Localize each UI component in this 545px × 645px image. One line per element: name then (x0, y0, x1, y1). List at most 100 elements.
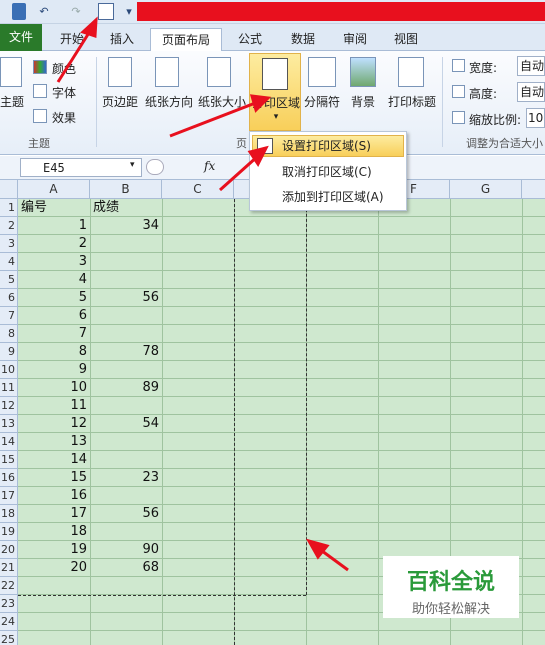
cell-score[interactable] (90, 271, 162, 289)
row-header[interactable]: 22 (0, 577, 18, 595)
orientation-button[interactable]: 纸张方向 (143, 93, 195, 110)
effects-button[interactable]: 效果 (52, 109, 76, 126)
tab-view[interactable]: 视图 (386, 28, 426, 51)
row-header[interactable]: 4 (0, 253, 18, 271)
cell-score[interactable]: 78 (90, 343, 162, 361)
print-preview-icon[interactable] (98, 3, 114, 20)
tab-page-layout[interactable]: 页面布局 (150, 28, 222, 52)
cell-number[interactable]: 3 (18, 253, 90, 271)
cell-header-score[interactable]: 成绩 (93, 199, 161, 217)
menu-item-set-print-area-label[interactable]: 设置打印区域(S) (282, 136, 371, 156)
name-box[interactable]: E45 (20, 158, 142, 177)
row-header[interactable]: 20 (0, 541, 18, 559)
menu-item-clear-print-area[interactable]: 取消打印区域(C) (282, 162, 372, 182)
cell-number[interactable]: 5 (18, 289, 90, 307)
row-header[interactable]: 9 (0, 343, 18, 361)
function-icon[interactable]: fx (204, 159, 215, 173)
print-area-button[interactable]: 打印区域 ▾ (249, 53, 301, 131)
tab-home[interactable]: 开始 (52, 28, 92, 51)
row-header[interactable]: 3 (0, 235, 18, 253)
cell-score[interactable] (90, 523, 162, 541)
row-header[interactable]: 10 (0, 361, 18, 379)
cell-number[interactable]: 12 (18, 415, 90, 433)
cell-score[interactable] (90, 307, 162, 325)
row-header[interactable]: 18 (0, 505, 18, 523)
themes-button[interactable]: 主题 (0, 93, 24, 110)
cell-number[interactable]: 11 (18, 397, 90, 415)
cell-number[interactable]: 8 (18, 343, 90, 361)
tab-data[interactable]: 数据 (283, 28, 323, 51)
customize-icon[interactable]: ▾ (124, 3, 134, 20)
cell-number[interactable]: 15 (18, 469, 90, 487)
cell-number[interactable]: 2 (18, 235, 90, 253)
cancel-icon[interactable] (146, 159, 164, 175)
redo-icon[interactable]: ↷ (66, 3, 86, 20)
size-button[interactable]: 纸张大小 (196, 93, 248, 110)
cell-number[interactable]: 13 (18, 433, 90, 451)
colors-button[interactable]: 颜色 (52, 60, 76, 77)
column-header[interactable]: C (162, 180, 234, 199)
cell-number[interactable]: 6 (18, 307, 90, 325)
cell-score[interactable]: 56 (90, 505, 162, 523)
row-header[interactable]: 11 (0, 379, 18, 397)
row-header[interactable]: 2 (0, 217, 18, 235)
row-header[interactable]: 12 (0, 397, 18, 415)
row-header[interactable]: 25 (0, 631, 18, 645)
column-header[interactable]: B (90, 180, 162, 199)
scale-input[interactable]: 100 (526, 108, 545, 128)
cell-number[interactable]: 10 (18, 379, 90, 397)
print-titles-button[interactable]: 打印标题 (386, 93, 438, 110)
themes-icon[interactable] (0, 57, 22, 87)
chevron-down-icon[interactable]: ▾ (130, 160, 135, 170)
row-header[interactable]: 19 (0, 523, 18, 541)
row-header[interactable]: 16 (0, 469, 18, 487)
cell-score[interactable] (90, 487, 162, 505)
save-icon[interactable] (12, 3, 26, 20)
cell-score[interactable]: 90 (90, 541, 162, 559)
column-header[interactable]: A (18, 180, 90, 199)
row-header[interactable]: 1 (0, 199, 18, 217)
cell-number[interactable]: 20 (18, 559, 90, 577)
cell-score[interactable]: 68 (90, 559, 162, 577)
cell-score[interactable] (90, 451, 162, 469)
cell-score[interactable] (90, 325, 162, 343)
select-all-corner[interactable] (0, 180, 18, 199)
cell-score[interactable]: 56 (90, 289, 162, 307)
margins-button[interactable]: 页边距 (100, 93, 140, 110)
column-header[interactable] (522, 180, 545, 199)
cell-number[interactable]: 18 (18, 523, 90, 541)
cell-number[interactable]: 9 (18, 361, 90, 379)
row-header[interactable]: 21 (0, 559, 18, 577)
cell-score[interactable] (90, 253, 162, 271)
tab-review[interactable]: 审阅 (335, 28, 375, 51)
undo-icon[interactable]: ↶ (34, 3, 54, 20)
cell-score[interactable] (90, 397, 162, 415)
background-button[interactable]: 背景 (345, 93, 381, 110)
cell-number[interactable]: 17 (18, 505, 90, 523)
row-header[interactable]: 8 (0, 325, 18, 343)
row-header[interactable]: 5 (0, 271, 18, 289)
tab-file[interactable]: 文件 (0, 24, 42, 51)
cell-number[interactable]: 16 (18, 487, 90, 505)
tab-insert[interactable]: 插入 (102, 28, 142, 51)
cell-score[interactable] (90, 361, 162, 379)
cell-number[interactable]: 7 (18, 325, 90, 343)
tab-formulas[interactable]: 公式 (230, 28, 270, 51)
cell-score[interactable]: 54 (90, 415, 162, 433)
cell-score[interactable]: 89 (90, 379, 162, 397)
row-header[interactable]: 15 (0, 451, 18, 469)
cell-number[interactable]: 14 (18, 451, 90, 469)
cell-number[interactable]: 1 (18, 217, 90, 235)
width-select[interactable]: 自动 (517, 56, 545, 76)
cell-number[interactable]: 19 (18, 541, 90, 559)
cell-score[interactable]: 34 (90, 217, 162, 235)
row-header[interactable]: 17 (0, 487, 18, 505)
row-header[interactable]: 14 (0, 433, 18, 451)
cell-score[interactable]: 23 (90, 469, 162, 487)
breaks-button[interactable]: 分隔符 (302, 93, 342, 110)
row-header[interactable]: 13 (0, 415, 18, 433)
row-header[interactable]: 7 (0, 307, 18, 325)
menu-item-add-to-print-area[interactable]: 添加到打印区域(A) (282, 187, 384, 207)
cell-number[interactable]: 4 (18, 271, 90, 289)
column-header[interactable]: G (450, 180, 522, 199)
